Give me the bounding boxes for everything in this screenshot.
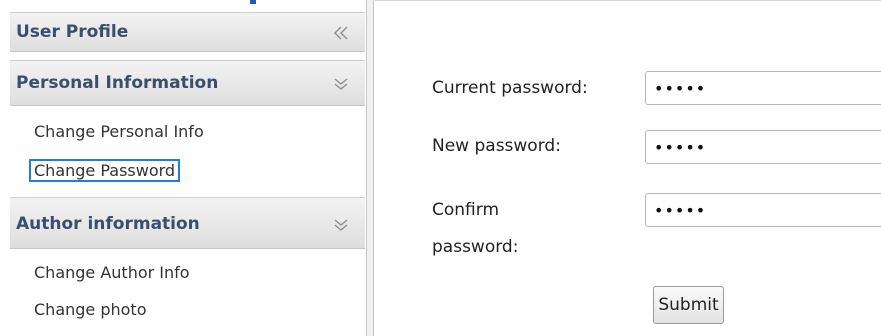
sidebar-item-change-photo[interactable]: Change photo [31,300,150,319]
sidebar-item-change-personal-info[interactable]: Change Personal Info [31,122,207,141]
current-password-input[interactable] [645,71,881,105]
accordion-header-user-profile[interactable]: User Profile [10,12,365,52]
confirm-password-label-line2: password: [432,237,519,257]
accordion-header-author-information[interactable]: Author information [10,197,365,249]
accordion-title: Author information [16,214,200,234]
accordion-title: Personal Information [16,73,219,93]
sidebar-top-strip [10,0,366,10]
sidebar-item-change-author-info[interactable]: Change Author Info [31,263,193,282]
double-chevron-down-icon[interactable] [331,215,351,235]
new-password-label: New password: [432,136,561,156]
submit-button[interactable]: Submit [653,286,724,324]
user-profile-page: User Profile Personal Information Change… [0,0,881,336]
double-chevron-down-icon[interactable] [331,74,351,94]
panel-splitter[interactable] [367,0,374,336]
current-password-label: Current password: [432,78,588,98]
sidebar-item-change-password[interactable]: Change Password [28,159,181,182]
confirm-password-label-line1: Confirm [432,200,500,220]
top-edge-nub [250,0,256,4]
sidebar-accordion: User Profile Personal Information Change… [10,0,367,336]
change-password-form: Current password: New password: Confirm … [375,0,881,336]
accordion-header-personal-information[interactable]: Personal Information [10,60,365,106]
confirm-password-input[interactable] [645,193,881,227]
double-chevron-left-icon[interactable] [331,23,351,43]
new-password-input[interactable] [645,130,881,164]
accordion-title: User Profile [16,22,129,42]
